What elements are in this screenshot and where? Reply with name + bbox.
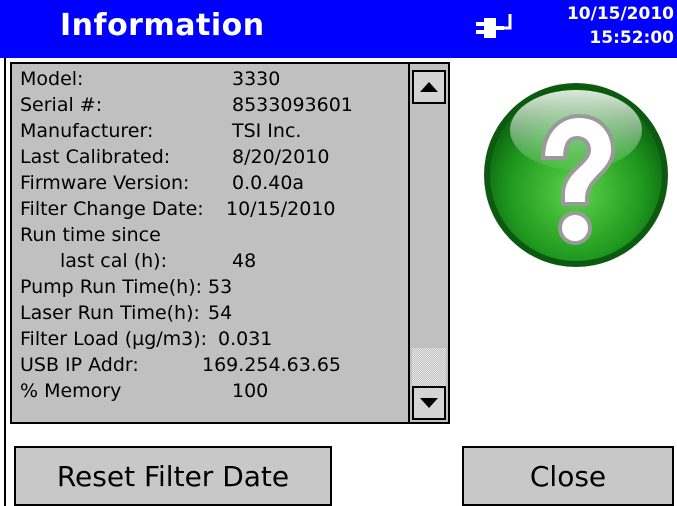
filter-change-label: Filter Change Date: <box>20 198 204 220</box>
reset-filter-date-button[interactable]: Reset Filter Date <box>14 446 332 506</box>
run-time-value: 48 <box>232 250 257 272</box>
scroll-up-button[interactable] <box>412 70 446 104</box>
filter-change-value: 10/15/2010 <box>226 198 336 220</box>
close-button[interactable]: Close <box>462 446 674 506</box>
filter-load-label: Filter Load (µg/m3): <box>20 328 208 350</box>
page-title: Information <box>60 8 265 43</box>
pump-run-label: Pump Run Time(h): <box>20 276 203 298</box>
usb-ip-value: 169.254.63.65 <box>202 354 342 376</box>
power-plug-icon <box>476 14 512 38</box>
memory-value: 100 <box>232 380 269 402</box>
laser-run-value: 54 <box>208 302 233 324</box>
info-list-panel[interactable]: Model: 3330 Serial #: 8533093601 Manufac… <box>10 62 410 424</box>
title-bar: Information 10/15/2010 15:52:00 <box>0 0 677 58</box>
filter-load-value: 0.031 <box>218 328 273 350</box>
usb-ip-label: USB IP Addr: <box>20 354 139 376</box>
arrow-up-icon <box>420 82 438 92</box>
run-time-label-2: last cal (h): <box>60 250 167 272</box>
manufacturer-label: Manufacturer: <box>20 120 154 142</box>
time-text: 15:52:00 <box>589 28 674 48</box>
run-time-label-1: Run time since <box>20 224 161 246</box>
last-calibrated-value: 8/20/2010 <box>232 146 330 168</box>
arrow-down-icon <box>420 398 438 408</box>
scroll-thumb[interactable] <box>412 348 446 386</box>
last-calibrated-label: Last Calibrated: <box>20 146 171 168</box>
serial-label: Serial #: <box>20 94 103 116</box>
model-label: Model: <box>20 68 84 90</box>
pump-run-value: 53 <box>208 276 233 298</box>
manufacturer-value: TSI Inc. <box>232 120 302 142</box>
date-text: 10/15/2010 <box>566 4 674 24</box>
datetime-display: 10/15/2010 15:52:00 <box>567 2 674 50</box>
firmware-value: 0.0.40a <box>232 172 305 194</box>
laser-run-label: Laser Run Time(h): <box>20 302 200 324</box>
memory-label: % Memory <box>20 380 122 402</box>
left-divider <box>4 58 6 506</box>
question-mark-icon <box>484 83 668 267</box>
firmware-label: Firmware Version: <box>20 172 190 194</box>
serial-value: 8533093601 <box>232 94 353 116</box>
vertical-scrollbar[interactable] <box>410 62 450 424</box>
scroll-down-button[interactable] <box>412 386 446 420</box>
model-value: 3330 <box>232 68 281 90</box>
